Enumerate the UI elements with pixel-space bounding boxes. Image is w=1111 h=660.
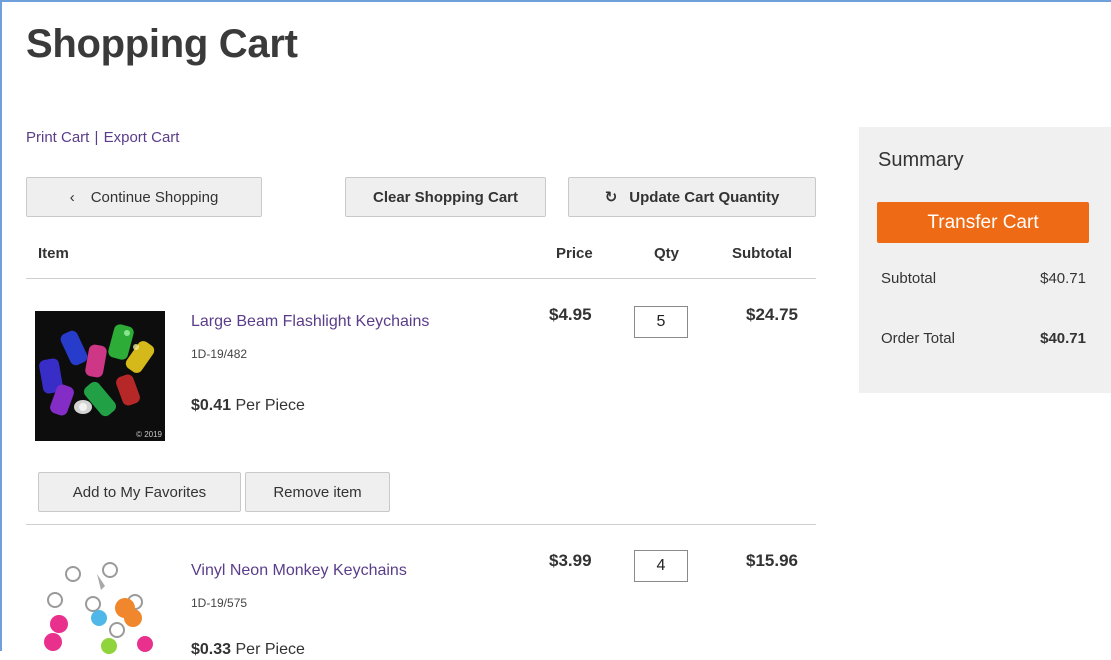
transfer-cart-button[interactable]: Transfer Cart <box>877 202 1089 243</box>
table-divider <box>26 278 816 279</box>
quantity-input[interactable] <box>634 306 688 338</box>
product-sku: 1D-19/482 <box>191 347 248 361</box>
product-image-flashlight-keychains[interactable]: © 2019 <box>35 311 165 441</box>
remove-item-label: Remove item <box>273 483 362 501</box>
product-name-link[interactable]: Large Beam Flashlight Keychains <box>191 313 429 331</box>
window-border-left <box>0 0 2 651</box>
update-cart-label: Update Cart Quantity <box>629 188 780 206</box>
unit-price-value: $0.41 <box>191 397 232 414</box>
column-header-item: Item <box>38 245 69 262</box>
update-cart-quantity-button[interactable]: ↻ Update Cart Quantity <box>568 177 816 217</box>
unit-price: $0.41 Per Piece <box>191 397 305 415</box>
order-total-value: $40.71 <box>1040 330 1086 347</box>
summary-panel: Summary Transfer Cart Subtotal $40.71 Or… <box>859 127 1111 393</box>
product-sku: 1D-19/575 <box>191 596 248 610</box>
continue-shopping-button[interactable]: ‹ Continue Shopping <box>26 177 262 217</box>
chevron-left-icon: ‹ <box>69 188 75 206</box>
quantity-input[interactable] <box>634 550 688 582</box>
export-cart-link[interactable]: Export Cart <box>104 129 180 146</box>
window-border-top <box>0 0 1111 2</box>
print-cart-link[interactable]: Print Cart <box>26 129 89 146</box>
cart-actions-links: Print Cart | Export Cart <box>26 129 179 146</box>
link-separator: | <box>94 129 99 146</box>
unit-price: $0.33 Per Piece <box>191 641 305 659</box>
product-image-monkey-keychains[interactable] <box>35 560 165 660</box>
summary-subtotal-value: $40.71 <box>1040 270 1086 287</box>
item-subtotal: $24.75 <box>746 305 798 324</box>
item-price: $3.99 <box>549 551 592 570</box>
clear-cart-label: Clear Shopping Cart <box>372 188 518 206</box>
refresh-icon: ↻ <box>604 189 618 206</box>
table-divider <box>26 524 816 525</box>
column-header-subtotal: Subtotal <box>732 245 792 262</box>
add-to-favorites-button[interactable]: Add to My Favorites <box>38 472 241 512</box>
remove-item-button[interactable]: Remove item <box>245 472 390 512</box>
item-subtotal: $15.96 <box>746 551 798 570</box>
column-header-price: Price <box>556 245 593 262</box>
clear-cart-button[interactable]: Clear Shopping Cart <box>345 177 546 217</box>
page-title: Shopping Cart <box>26 22 298 66</box>
add-to-favorites-label: Add to My Favorites <box>72 483 207 501</box>
column-header-qty: Qty <box>654 245 680 262</box>
summary-subtotal-label: Subtotal <box>881 270 937 287</box>
unit-price-label: Per Piece <box>235 641 305 658</box>
continue-shopping-label: Continue Shopping <box>90 188 219 206</box>
image-copyright: © 2019 <box>136 430 162 439</box>
summary-title: Summary <box>878 149 964 171</box>
unit-price-value: $0.33 <box>191 641 232 658</box>
item-price: $4.95 <box>549 305 592 324</box>
unit-price-label: Per Piece <box>235 397 305 414</box>
order-total-label: Order Total <box>881 330 955 347</box>
product-name-link[interactable]: Vinyl Neon Monkey Keychains <box>191 562 407 580</box>
